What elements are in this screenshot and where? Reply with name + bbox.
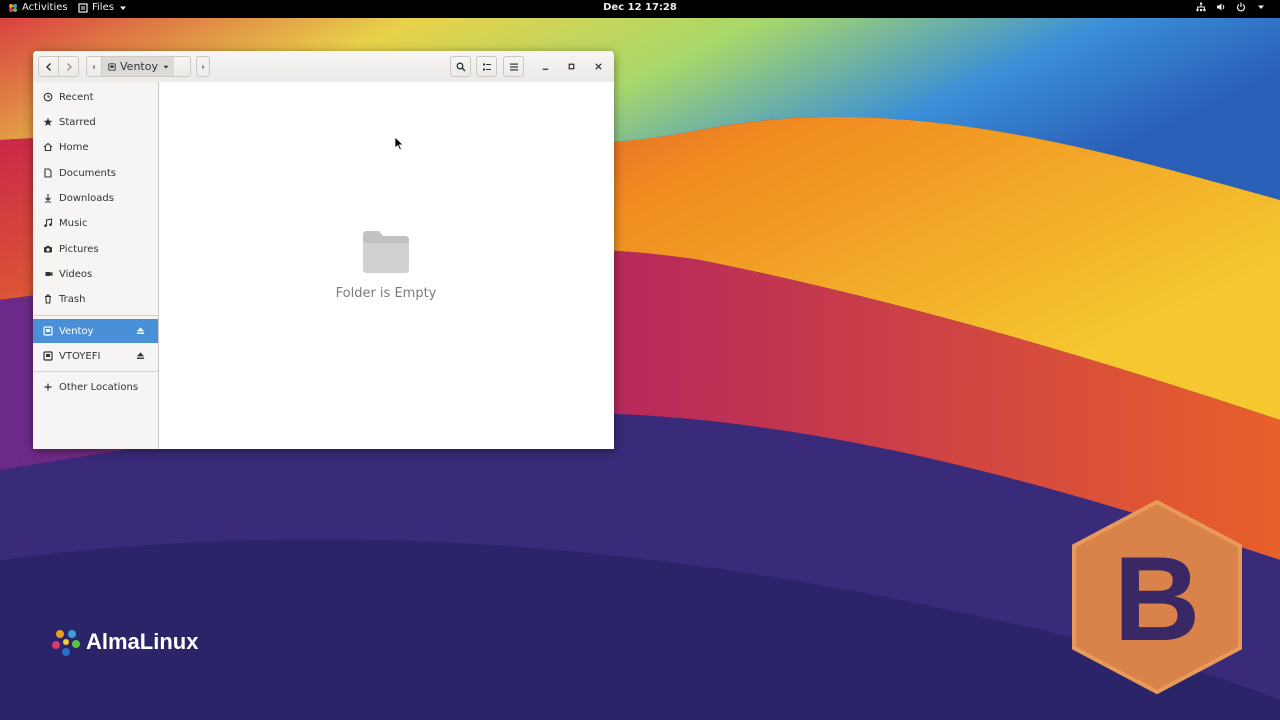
chevron-left-icon bbox=[92, 64, 95, 69]
path-bar[interactable]: Ventoy bbox=[86, 56, 210, 77]
download-icon bbox=[45, 194, 51, 203]
search-button[interactable] bbox=[450, 56, 471, 77]
chevron-down-icon[interactable] bbox=[1256, 2, 1266, 12]
sidebar-item-label: Starred bbox=[59, 116, 96, 128]
close-button[interactable] bbox=[591, 59, 605, 73]
sidebar-separator bbox=[33, 371, 158, 372]
forward-button[interactable] bbox=[58, 56, 79, 77]
sidebar-item-label: Pictures bbox=[59, 243, 99, 255]
menu-button[interactable] bbox=[503, 56, 524, 77]
sidebar-item-videos[interactable]: Videos bbox=[33, 263, 158, 285]
sidebar-item-trash[interactable]: Trash bbox=[33, 288, 158, 310]
chevron-right-icon bbox=[66, 62, 72, 71]
sidebar-item-ventoy[interactable]: Ventoy bbox=[33, 319, 158, 343]
almalinux-wordmark: AlmaLinux bbox=[86, 629, 199, 654]
path-crumb-current[interactable]: Ventoy bbox=[102, 57, 174, 76]
home-icon bbox=[43, 142, 53, 152]
sidebar-item-home[interactable]: Home bbox=[33, 136, 158, 158]
sidebar-item-label: Videos bbox=[59, 268, 93, 280]
back-button[interactable] bbox=[38, 56, 59, 77]
folder-icon bbox=[363, 231, 409, 273]
sidebar: Recent Starred Home Documents Downloads … bbox=[33, 82, 159, 449]
alma-small-logo-icon bbox=[9, 3, 17, 12]
header-bar: Ventoy bbox=[33, 51, 614, 83]
power-icon[interactable] bbox=[1236, 2, 1246, 12]
view-toggle-button[interactable] bbox=[476, 56, 497, 77]
hamburger-menu-icon bbox=[509, 63, 518, 70]
sidebar-item-other-locations[interactable]: Other Locations bbox=[33, 376, 158, 398]
eject-icon[interactable] bbox=[136, 351, 145, 360]
sidebar-item-label: Music bbox=[59, 217, 88, 229]
minimize-button[interactable] bbox=[538, 59, 552, 73]
sidebar-item-label: Home bbox=[59, 141, 89, 153]
activities-button[interactable]: Activities bbox=[8, 2, 68, 13]
file-view[interactable]: Folder is Empty bbox=[159, 82, 614, 449]
list-view-icon bbox=[482, 63, 491, 70]
maximize-icon bbox=[568, 63, 574, 69]
chevron-down-icon bbox=[119, 6, 126, 10]
almalinux-flower-icon bbox=[52, 630, 80, 656]
badge-letter: B bbox=[1114, 532, 1201, 666]
app-menu-label: Files bbox=[92, 2, 114, 13]
sidebar-item-documents[interactable]: Documents bbox=[33, 162, 158, 184]
activities-label: Activities bbox=[22, 2, 68, 13]
clock-icon bbox=[43, 92, 53, 102]
network-icon[interactable] bbox=[1196, 2, 1206, 12]
sidebar-item-label: Trash bbox=[59, 293, 86, 305]
sidebar-item-label: Downloads bbox=[59, 192, 114, 204]
sidebar-item-starred[interactable]: Starred bbox=[33, 111, 158, 133]
music-icon bbox=[44, 218, 53, 227]
channel-logo-badge: B bbox=[1072, 499, 1242, 694]
sidebar-item-label: Recent bbox=[59, 91, 94, 103]
volume-icon[interactable] bbox=[1216, 2, 1226, 12]
plus-icon bbox=[44, 383, 52, 391]
files-window: Ventoy Recent Starred Home Documents Dow… bbox=[33, 51, 614, 449]
eject-icon[interactable] bbox=[136, 326, 145, 335]
top-bar: Activities Files Dec 12 17:28 bbox=[0, 0, 1280, 18]
maximize-button[interactable] bbox=[564, 59, 578, 73]
chevron-left-icon bbox=[45, 62, 51, 71]
minimize-icon bbox=[542, 68, 548, 70]
sidebar-separator bbox=[33, 315, 158, 316]
star-icon bbox=[43, 117, 53, 126]
mouse-cursor-icon bbox=[394, 136, 404, 151]
sidebar-item-label: Ventoy bbox=[59, 325, 94, 337]
search-icon bbox=[456, 62, 466, 72]
chevron-right-icon bbox=[202, 64, 205, 69]
camera-icon bbox=[44, 245, 52, 253]
drive-icon bbox=[108, 62, 116, 71]
drive-icon bbox=[43, 326, 53, 336]
sidebar-item-label: Other Locations bbox=[59, 381, 139, 393]
sidebar-item-label: Documents bbox=[59, 167, 117, 179]
location-label: Ventoy bbox=[120, 60, 158, 73]
drive-icon bbox=[43, 351, 53, 361]
sidebar-item-pictures[interactable]: Pictures bbox=[33, 238, 158, 260]
system-tray[interactable] bbox=[1196, 2, 1266, 12]
almalinux-logo: AlmaLinux bbox=[50, 626, 198, 658]
app-menu-files[interactable]: Files bbox=[78, 2, 128, 13]
sidebar-item-vtoyefi[interactable]: VTOYEFI bbox=[33, 345, 158, 367]
empty-folder-message: Folder is Empty bbox=[335, 286, 437, 301]
sidebar-item-downloads[interactable]: Downloads bbox=[33, 187, 158, 209]
sidebar-item-label: VTOYEFI bbox=[59, 350, 101, 362]
close-icon bbox=[594, 62, 602, 70]
path-scroll-right-button[interactable] bbox=[196, 56, 210, 77]
sidebar-item-recent[interactable]: Recent bbox=[33, 86, 158, 108]
trash-icon bbox=[45, 294, 51, 304]
clock[interactable]: Dec 12 17:28 bbox=[603, 2, 677, 13]
document-icon bbox=[44, 168, 52, 178]
files-app-icon bbox=[78, 2, 88, 13]
chevron-down-icon bbox=[163, 65, 169, 69]
video-icon bbox=[45, 272, 53, 276]
path-scroll-left-button[interactable] bbox=[87, 57, 102, 76]
sidebar-item-music[interactable]: Music bbox=[33, 212, 158, 234]
